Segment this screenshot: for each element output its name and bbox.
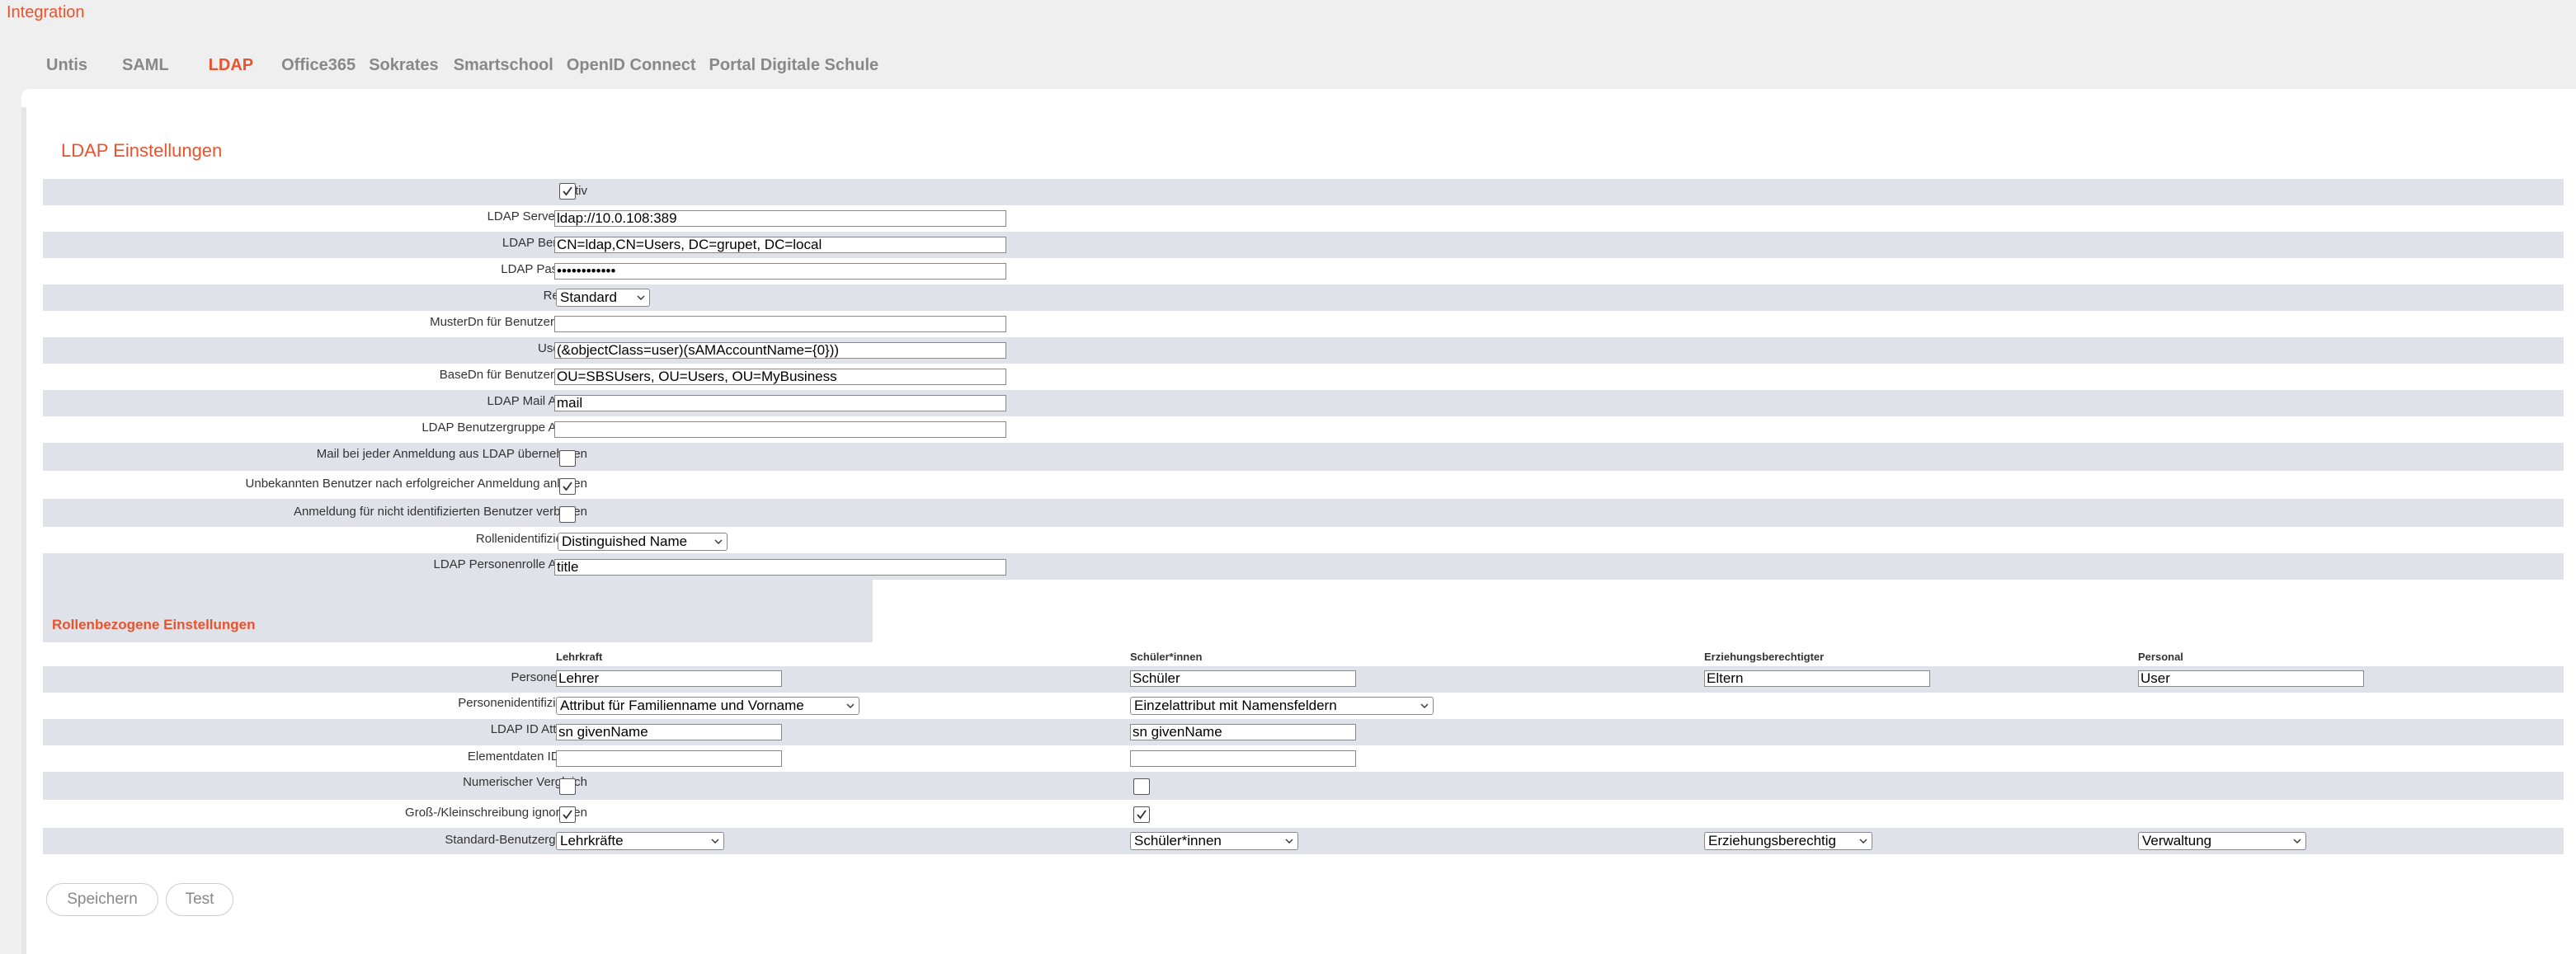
standard-gruppe-eltern-select[interactable]: Erziehungsberechtig bbox=[1704, 832, 1872, 850]
standard-gruppe-schueler-select[interactable]: Schüler*innen bbox=[1130, 832, 1298, 850]
tab-openid-connect[interactable]: OpenID Connect bbox=[567, 56, 696, 75]
col-head-lehrkraft: Lehrkraft bbox=[556, 651, 603, 663]
panel-edge bbox=[21, 107, 26, 954]
row-gross-klein: Groß-/Kleinschreibung ignorieren bbox=[43, 800, 2564, 828]
row-rollenident: Rollenidentifizierung Distinguished Name bbox=[43, 527, 2564, 553]
row-standard-gruppe: Standard-Benutzergruppe Lehrkräfte Schül… bbox=[43, 828, 2564, 854]
mail-attr-input[interactable] bbox=[554, 395, 1006, 411]
tab-office365[interactable]: Office365 bbox=[281, 56, 356, 75]
tab-saml[interactable]: SAML bbox=[122, 56, 169, 75]
row-ldap-id: LDAP ID Attribute bbox=[43, 719, 2564, 745]
elementdaten-lehrkraft-input[interactable] bbox=[556, 750, 782, 767]
chevron-down-icon bbox=[1859, 839, 1867, 844]
chevron-down-icon bbox=[1420, 703, 1429, 708]
row-numerisch: Numerischer Vergleich bbox=[43, 772, 2564, 800]
basedn-input[interactable] bbox=[554, 369, 1006, 385]
chevron-down-icon bbox=[846, 703, 855, 708]
standard-gruppe-personal-select[interactable]: Verwaltung bbox=[2138, 832, 2306, 850]
row-benutzer: LDAP Benutzer bbox=[43, 232, 2564, 258]
roles-title: Rollenbezogene Einstellungen bbox=[52, 617, 256, 632]
gross-klein-lehrkraft-checkbox[interactable] bbox=[559, 806, 576, 823]
row-mail-attr: LDAP Mail Attribut bbox=[43, 390, 2564, 416]
row-musterdn: MusterDn für Benutzersuche bbox=[43, 311, 2564, 337]
row-userfilter: Userfilter bbox=[43, 337, 2564, 364]
tab-ldap[interactable]: LDAP bbox=[209, 56, 253, 75]
musterdn-input[interactable] bbox=[554, 316, 1006, 332]
personenrolle-schueler-input[interactable] bbox=[1130, 670, 1356, 687]
row-basedn: BaseDn für Benutzersuche bbox=[43, 364, 2564, 390]
personenrolle-lehrkraft-input[interactable] bbox=[556, 670, 782, 687]
userfilter-input[interactable] bbox=[554, 342, 1006, 359]
tab-untis[interactable]: Untis bbox=[46, 56, 87, 75]
mail-uebernehmen-label: Mail bei jeder Anmeldung aus LDAP überne… bbox=[316, 447, 587, 461]
row-referral: Referral Standard bbox=[43, 284, 2564, 311]
row-mail-uebernehmen: Mail bei jeder Anmeldung aus LDAP überne… bbox=[43, 443, 2564, 471]
unbekannte-anlegen-checkbox[interactable] bbox=[559, 478, 576, 495]
personenident-lehrkraft-select[interactable]: Attribut für Familienname und Vorname bbox=[556, 697, 859, 715]
ldap-id-schueler-input[interactable] bbox=[1130, 724, 1356, 740]
gross-klein-schueler-checkbox[interactable] bbox=[1133, 806, 1150, 823]
elementdaten-schueler-input[interactable] bbox=[1130, 750, 1356, 767]
tab-smartschool[interactable]: Smartschool bbox=[454, 56, 553, 75]
test-button[interactable]: Test bbox=[166, 883, 233, 916]
col-head-personal: Personal bbox=[2138, 651, 2183, 663]
referral-select[interactable]: Standard bbox=[556, 289, 650, 307]
personenrolle-personal-input[interactable] bbox=[2138, 670, 2364, 687]
tab-sokrates[interactable]: Sokrates bbox=[369, 56, 439, 75]
section-title: LDAP Einstellungen bbox=[61, 140, 223, 161]
passwort-input[interactable] bbox=[554, 263, 1006, 280]
tab-portal-digitale-schule[interactable]: Portal Digitale Schule bbox=[709, 56, 879, 75]
col-head-schueler: Schüler*innen bbox=[1130, 651, 1203, 663]
personenrolle-attr-input[interactable] bbox=[554, 559, 1006, 576]
rollenident-select[interactable]: Distinguished Name bbox=[558, 533, 728, 551]
mail-uebernehmen-checkbox[interactable] bbox=[559, 450, 576, 467]
app-title: Integration bbox=[7, 3, 85, 21]
anmeldung-verbieten-label: Anmeldung für nicht identifizierten Benu… bbox=[293, 505, 587, 519]
numerisch-lehrkraft-checkbox[interactable] bbox=[559, 778, 576, 795]
chevron-down-icon bbox=[637, 295, 645, 300]
row-server-url: LDAP Server URL bbox=[43, 205, 2564, 232]
numerisch-schueler-checkbox[interactable] bbox=[1133, 778, 1150, 795]
ldap-id-lehrkraft-input[interactable] bbox=[556, 724, 782, 740]
row-gruppe-attr: LDAP Benutzergruppe Attribut bbox=[43, 416, 2564, 443]
unbekannte-anlegen-label: Unbekannten Benutzer nach erfolgreicher … bbox=[245, 477, 587, 491]
integration-tabs: Untis SAML LDAP Office365 Sokrates Smart… bbox=[46, 56, 903, 75]
row-passwort: LDAP Passwort bbox=[43, 258, 2564, 284]
personenrolle-eltern-input[interactable] bbox=[1704, 670, 1930, 687]
row-aktiv: aktiv bbox=[43, 179, 2564, 205]
chevron-down-icon bbox=[2293, 839, 2301, 844]
chevron-down-icon bbox=[1285, 839, 1293, 844]
save-button[interactable]: Speichern bbox=[46, 883, 158, 916]
aktiv-checkbox[interactable] bbox=[559, 183, 576, 200]
gruppe-attr-input[interactable] bbox=[554, 421, 1006, 438]
row-elementdaten: Elementdaten ID Feld bbox=[43, 745, 2564, 772]
row-anmeldung-verbieten: Anmeldung für nicht identifizierten Benu… bbox=[43, 499, 2564, 527]
chevron-down-icon bbox=[714, 539, 723, 544]
row-personenrolle: Personenrolle bbox=[43, 666, 2564, 693]
col-head-erziehungsberechtigter: Erziehungsberechtigter bbox=[1704, 651, 1825, 663]
anmeldung-verbieten-checkbox[interactable] bbox=[559, 506, 576, 523]
server-url-input[interactable] bbox=[554, 210, 1006, 227]
row-personenrolle-attr: LDAP Personenrolle Attribut bbox=[43, 553, 2564, 580]
benutzer-input[interactable] bbox=[554, 237, 1006, 253]
row-unbekannte-anlegen: Unbekannten Benutzer nach erfolgreicher … bbox=[43, 471, 2564, 499]
personenident-schueler-select[interactable]: Einzelattribut mit Namensfeldern bbox=[1130, 697, 1434, 715]
row-personenident: Personenidentifizierung Attribut für Fam… bbox=[43, 693, 2564, 719]
chevron-down-icon bbox=[711, 839, 719, 844]
standard-gruppe-lehrkraft-select[interactable]: Lehrkräfte bbox=[556, 832, 724, 850]
